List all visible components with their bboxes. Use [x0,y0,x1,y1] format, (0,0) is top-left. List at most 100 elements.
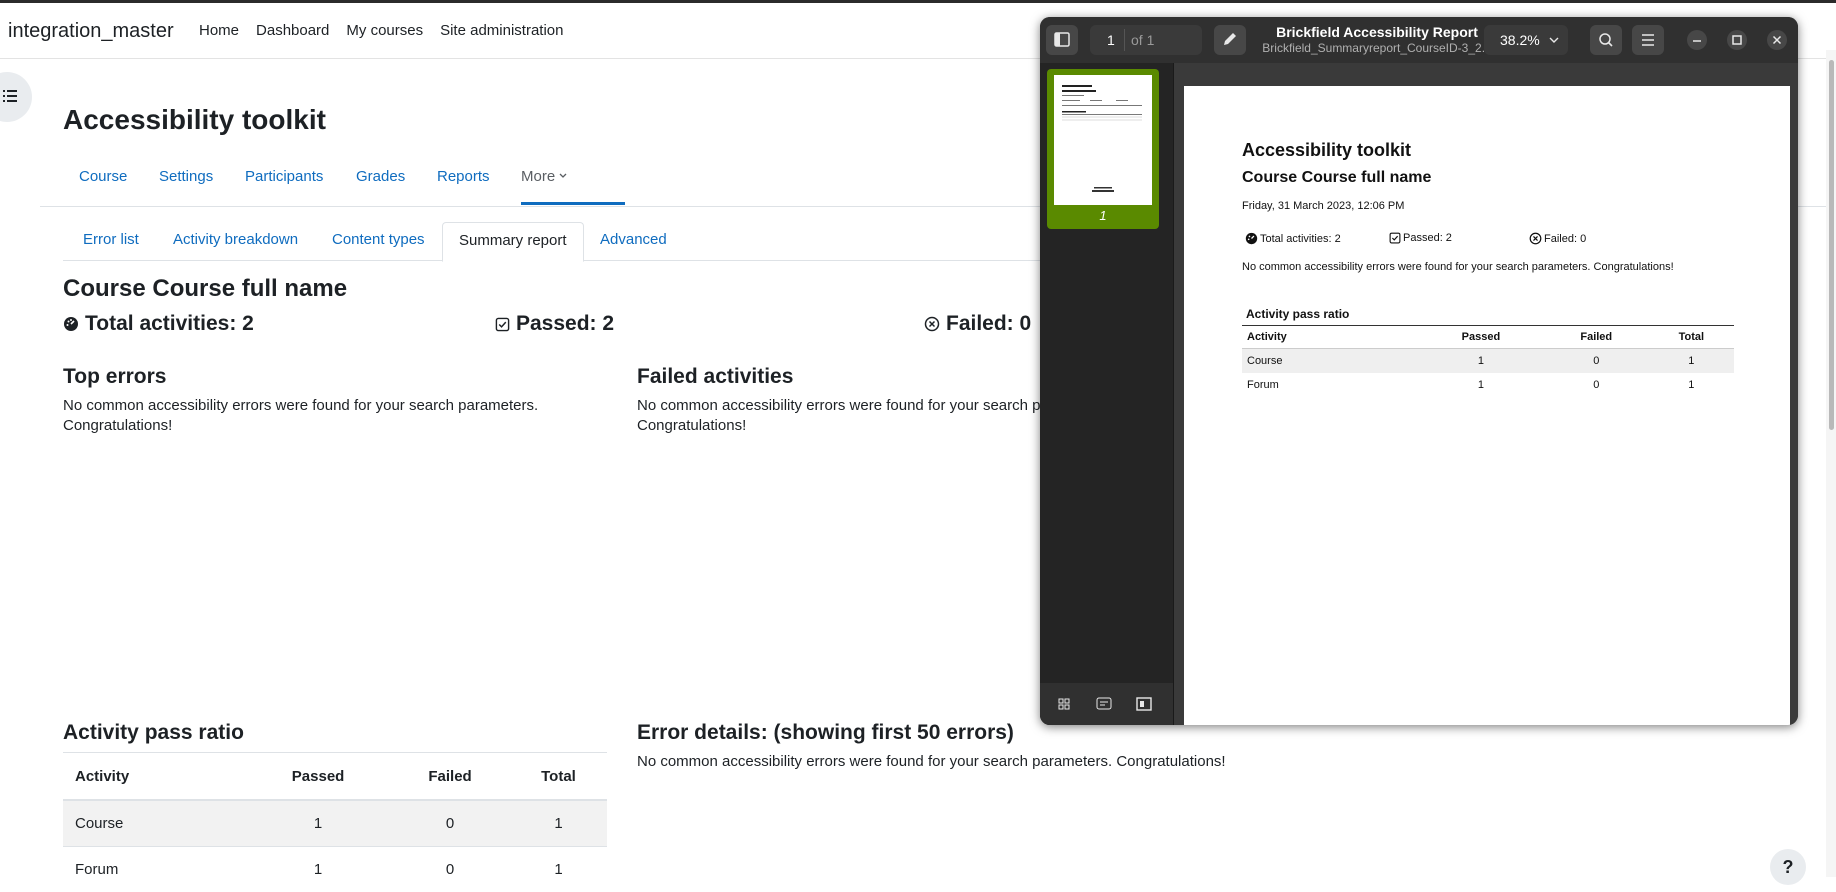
hamburger-icon [1632,25,1664,55]
doc-cell-passed: 1 [1418,349,1544,374]
doc-cell-passed: 1 [1418,373,1544,397]
secnav-reports[interactable]: Reports [437,168,490,185]
tab-summary-report[interactable]: Summary report [442,222,584,262]
check-square-icon [495,317,510,332]
search-icon [1590,25,1622,55]
viewer-filename: Brickfield_Summaryreport_CourseID-3_2... [1232,41,1522,55]
course-index-drawer-button[interactable] [0,72,32,122]
zoom-selector[interactable]: 38.2% [1484,25,1568,55]
secnav-more[interactable]: More [521,168,568,185]
doc-cell-total: 1 [1649,349,1734,374]
close-button[interactable] [1767,30,1787,50]
tab-advanced[interactable]: Advanced [600,231,667,248]
pass-ratio-table: Activity Passed Failed Total Course 1 0 … [63,752,607,892]
help-button[interactable]: ? [1770,849,1806,885]
doc-cell-failed: 0 [1544,349,1649,374]
tachometer-icon [1245,232,1258,245]
thumbnail-preview [1054,75,1152,205]
nav-home[interactable]: Home [199,22,239,39]
doc-table-row: Forum 1 0 1 [1242,373,1734,397]
thumbnail-page-number: 1 [1047,208,1159,223]
nav-my-courses[interactable]: My courses [346,22,423,39]
cell-total: 1 [510,800,607,847]
tab-content-types[interactable]: Content types [332,231,425,248]
sidebar-icon [1046,25,1078,55]
check-square-icon [1389,232,1401,244]
doc-stat-passed: Passed: 2 [1389,232,1452,244]
stat-passed: Passed: 2 [495,312,614,336]
column-header-passed: Passed [246,753,390,801]
stat-passed-text: Passed: 2 [516,312,614,336]
doc-column-header-activity: Activity [1242,326,1418,349]
tachometer-icon [63,316,79,332]
page-total-label: of 1 [1131,32,1154,48]
secnav-grades[interactable]: Grades [356,168,405,185]
viewer-title: Brickfield Accessibility Report [1232,24,1522,40]
annotations-mode-button[interactable] [1130,692,1158,716]
cell-failed: 0 [390,800,510,847]
thumbnail-sidebar: 1 [1040,63,1174,725]
doc-date: Friday, 31 March 2023, 12:06 PM [1242,200,1404,212]
cell-activity: Course [63,800,246,847]
secnav-participants[interactable]: Participants [245,168,323,185]
tab-activity-breakdown[interactable]: Activity breakdown [173,231,298,248]
doc-table-row: Course 1 0 1 [1242,349,1734,374]
top-errors-message: No common accessibility errors were foun… [63,396,583,436]
doc-course-heading: Course Course full name [1242,169,1431,187]
sidebar-toggle-button[interactable] [1046,25,1078,55]
cell-activity: Forum [63,847,246,892]
doc-pass-ratio-table: Activity Passed Failed Total Course 1 0 … [1242,325,1734,397]
nav-dashboard[interactable]: Dashboard [256,22,329,39]
doc-message: No common accessibility errors were foun… [1242,261,1674,273]
page-number-field[interactable]: 1 of 1 [1090,25,1202,55]
cell-total: 1 [510,847,607,892]
chevron-down-icon [558,171,568,181]
error-details-message: No common accessibility errors were foun… [637,752,1337,772]
outline-mode-button[interactable] [1090,692,1118,716]
viewer-header-bar: 1 of 1 Brickfield Accessibility Report B… [1040,17,1798,63]
column-header-activity: Activity [63,753,246,801]
doc-stat-total-text: Total activities: 2 [1260,233,1341,245]
chevron-down-icon [1548,34,1560,46]
top-errors-heading: Top errors [63,365,166,389]
times-circle-icon [924,316,940,332]
minimize-icon [1687,30,1707,50]
close-icon [1767,30,1787,50]
search-button[interactable] [1590,25,1622,55]
doc-cell-activity: Course [1242,349,1418,374]
nav-site-administration[interactable]: Site administration [440,22,563,39]
secnav-settings[interactable]: Settings [159,168,213,185]
maximize-icon [1727,30,1747,50]
tab-error-list[interactable]: Error list [83,231,139,248]
site-name[interactable]: integration_master [8,20,174,43]
page-thumbnail[interactable]: 1 [1047,69,1159,229]
stat-failed-text: Failed: 0 [946,312,1031,336]
doc-column-header-passed: Passed [1418,326,1544,349]
current-page-input[interactable]: 1 [1107,32,1115,48]
primary-navigation: Home Dashboard My courses Site administr… [199,22,564,39]
doc-table-title: Activity pass ratio [1246,307,1349,321]
main-menu-button[interactable] [1632,25,1664,55]
document-area[interactable]: Accessibility toolkit Course Course full… [1174,63,1798,725]
pdf-page: Accessibility toolkit Course Course full… [1184,86,1790,725]
cell-failed: 0 [390,847,510,892]
doc-stat-passed-text: Passed: 2 [1403,232,1452,244]
minimize-button[interactable] [1687,30,1707,50]
doc-table-header-row: Activity Passed Failed Total [1242,326,1734,349]
page-field-divider [1124,29,1125,51]
secnav-more-label: More [521,168,555,185]
column-header-failed: Failed [390,753,510,801]
thumbnails-mode-button[interactable] [1050,692,1078,716]
doc-cell-activity: Forum [1242,373,1418,397]
secnav-course[interactable]: Course [79,168,127,185]
annotations-icon [1130,692,1158,716]
maximize-button[interactable] [1727,30,1747,50]
stat-total: Total activities: 2 [63,312,254,336]
doc-stat-total: Total activities: 2 [1245,232,1341,245]
secnav-active-indicator [521,202,625,205]
stat-total-text: Total activities: 2 [85,312,254,336]
page-scrollbar-thumb[interactable] [1829,60,1834,430]
error-details-heading: Error details: (showing first 50 errors) [637,721,1014,745]
report-tabs: Error list Activity breakdown Content ty… [63,222,1063,261]
page-title: Accessibility toolkit [63,104,326,136]
